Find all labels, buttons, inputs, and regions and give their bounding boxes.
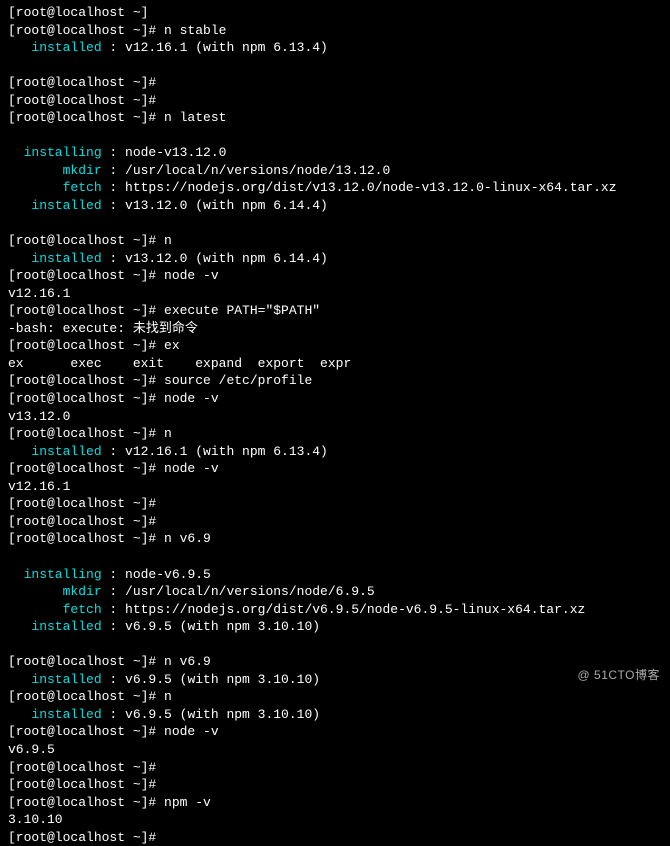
terminal-line: installed : v12.16.1 (with npm 6.13.4) (8, 443, 662, 461)
terminal-output: [root@localhost ~][root@localhost ~]# n … (8, 4, 662, 846)
terminal-line: installed : v6.9.5 (with npm 3.10.10) (8, 706, 662, 724)
terminal-line: -bash: execute: 未找到命令 (8, 320, 662, 338)
terminal-line: installed : v13.12.0 (with npm 6.14.4) (8, 197, 662, 215)
terminal-line: [root@localhost ~]# node -v (8, 390, 662, 408)
terminal-line: [root@localhost ~]# n (8, 688, 662, 706)
terminal-line (8, 215, 662, 233)
terminal-line: [root@localhost ~]# (8, 829, 662, 846)
terminal-line: v13.12.0 (8, 408, 662, 426)
terminal-line: [root@localhost ~]# npm -v (8, 794, 662, 812)
terminal-line: installed : v6.9.5 (with npm 3.10.10) (8, 618, 662, 636)
terminal-line: installed : v6.9.5 (with npm 3.10.10) (8, 671, 662, 689)
terminal-line: installing : node-v13.12.0 (8, 144, 662, 162)
terminal-line: [root@localhost ~]# n v6.9 (8, 530, 662, 548)
terminal-line: [root@localhost ~]# execute PATH="$PATH" (8, 302, 662, 320)
terminal-line: [root@localhost ~]# (8, 74, 662, 92)
terminal-line: [root@localhost ~]# (8, 495, 662, 513)
terminal-line: [root@localhost ~]# (8, 776, 662, 794)
terminal-line: installed : v13.12.0 (with npm 6.14.4) (8, 250, 662, 268)
terminal-line: [root@localhost ~]# n v6.9 (8, 653, 662, 671)
terminal-line: fetch : https://nodejs.org/dist/v13.12.0… (8, 179, 662, 197)
terminal-line: ex exec exit expand export expr (8, 355, 662, 373)
terminal-line: mkdir : /usr/local/n/versions/node/13.12… (8, 162, 662, 180)
terminal-line: [root@localhost ~]# (8, 513, 662, 531)
terminal-line: [root@localhost ~] (8, 4, 662, 22)
terminal-line: [root@localhost ~]# n (8, 425, 662, 443)
terminal-line: [root@localhost ~]# ex (8, 337, 662, 355)
terminal-line: [root@localhost ~]# node -v (8, 267, 662, 285)
terminal-line (8, 127, 662, 145)
terminal-line: [root@localhost ~]# node -v (8, 723, 662, 741)
terminal-line: [root@localhost ~]# (8, 759, 662, 777)
terminal-line: [root@localhost ~]# n (8, 232, 662, 250)
terminal-line (8, 636, 662, 654)
terminal-line: 3.10.10 (8, 811, 662, 829)
terminal-line: mkdir : /usr/local/n/versions/node/6.9.5 (8, 583, 662, 601)
watermark: @ 51CTO博客 (578, 667, 660, 683)
terminal-line: installed : v12.16.1 (with npm 6.13.4) (8, 39, 662, 57)
terminal-line: [root@localhost ~]# source /etc/profile (8, 372, 662, 390)
terminal-line: v12.16.1 (8, 478, 662, 496)
terminal-line: fetch : https://nodejs.org/dist/v6.9.5/n… (8, 601, 662, 619)
terminal-line (8, 548, 662, 566)
terminal-line: v12.16.1 (8, 285, 662, 303)
terminal-line: [root@localhost ~]# n stable (8, 22, 662, 40)
terminal-line: installing : node-v6.9.5 (8, 566, 662, 584)
terminal-line (8, 57, 662, 75)
terminal-line: [root@localhost ~]# node -v (8, 460, 662, 478)
terminal-line: [root@localhost ~]# n latest (8, 109, 662, 127)
terminal-line: [root@localhost ~]# (8, 92, 662, 110)
terminal-line: v6.9.5 (8, 741, 662, 759)
